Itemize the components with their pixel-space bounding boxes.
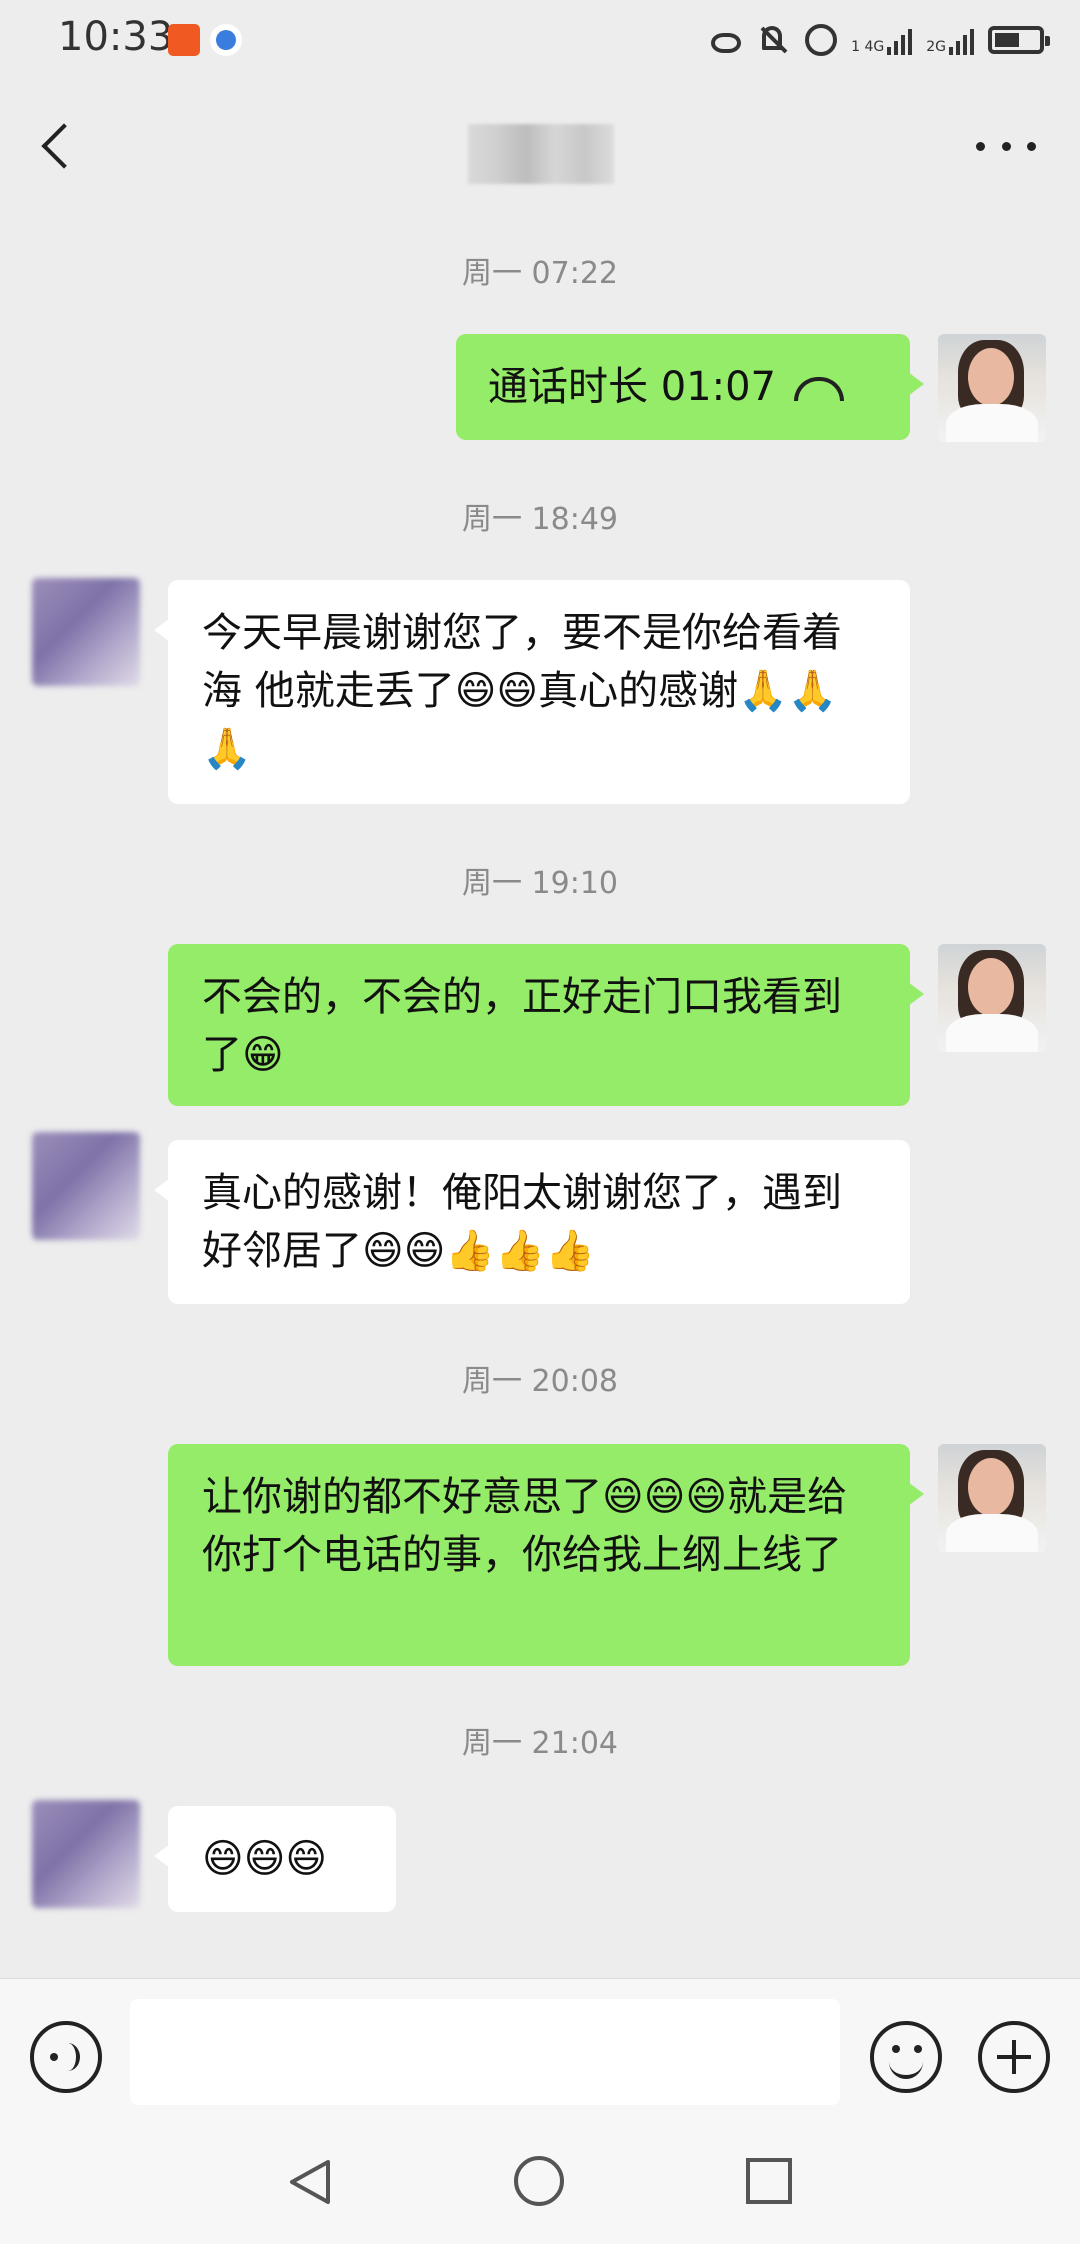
notification-app-icon [168,24,200,56]
status-icons: 1 4G 2G [711,18,1050,62]
message-bubble[interactable]: 让你谢的都不好意思了😄😄😄就是给你打个电话的事，你给我上纲上线了 [168,1444,924,1666]
system-home-icon[interactable] [514,2156,564,2206]
message-bubble[interactable]: 😄😄😄 [154,1806,396,1912]
sim2-signal-icon: 2G [926,25,974,55]
contact-avatar[interactable] [32,578,140,686]
input-bar [0,1978,1080,2119]
sim2-label: 2G [926,39,946,55]
message-bubble[interactable]: 不会的，不会的，正好走门口我看到了😁 [168,944,924,1106]
system-navigation-bar [0,2118,1080,2244]
hotspot-icon [805,24,838,56]
more-options-icon[interactable] [976,142,1036,158]
mute-bell-icon [755,22,791,58]
call-record-bubble[interactable]: 通话时长 01:07 [456,334,924,440]
message-input[interactable] [130,1999,840,2105]
message-timestamp: 周一 07:22 [462,256,618,291]
hang-up-phone-icon [794,377,844,401]
emoji-icon[interactable] [870,2021,942,2093]
message-bubble[interactable]: 今天早晨谢谢您了，要不是你给看着海 他就走丢了😄😄真心的感谢🙏🙏🙏 [154,580,910,804]
contact-name-blurred [468,124,614,184]
system-recents-icon[interactable] [746,2158,792,2204]
voice-input-icon[interactable] [30,2021,102,2093]
status-bar: 10:33 1 4G 2G [0,0,1080,80]
battery-icon [988,26,1050,54]
my-avatar[interactable] [938,334,1046,442]
chat-header [0,80,1080,214]
system-back-icon[interactable] [288,2158,332,2206]
eye-comfort-icon [711,33,742,53]
call-duration-text: 通话时长 01:07 [488,364,776,410]
sim1-label: 1 4G [851,39,885,55]
message-timestamp: 周一 20:08 [462,1364,618,1399]
browser-notification-icon [210,24,242,56]
contact-avatar[interactable] [32,1132,140,1240]
message-timestamp: 周一 21:04 [462,1726,618,1761]
message-bubble[interactable]: 真心的感谢！俺阳太谢谢您了，遇到好邻居了😄😄👍👍👍 [154,1140,910,1304]
plus-icon[interactable] [978,2021,1050,2093]
my-avatar[interactable] [938,1444,1046,1552]
my-avatar[interactable] [938,944,1046,1052]
message-timestamp: 周一 19:10 [462,866,618,901]
back-arrow-icon[interactable] [36,120,80,172]
message-timestamp: 周一 18:49 [462,502,618,537]
contact-avatar[interactable] [32,1800,140,1908]
status-time: 10:33 [58,14,174,60]
sim1-signal-icon: 1 4G [851,25,913,55]
